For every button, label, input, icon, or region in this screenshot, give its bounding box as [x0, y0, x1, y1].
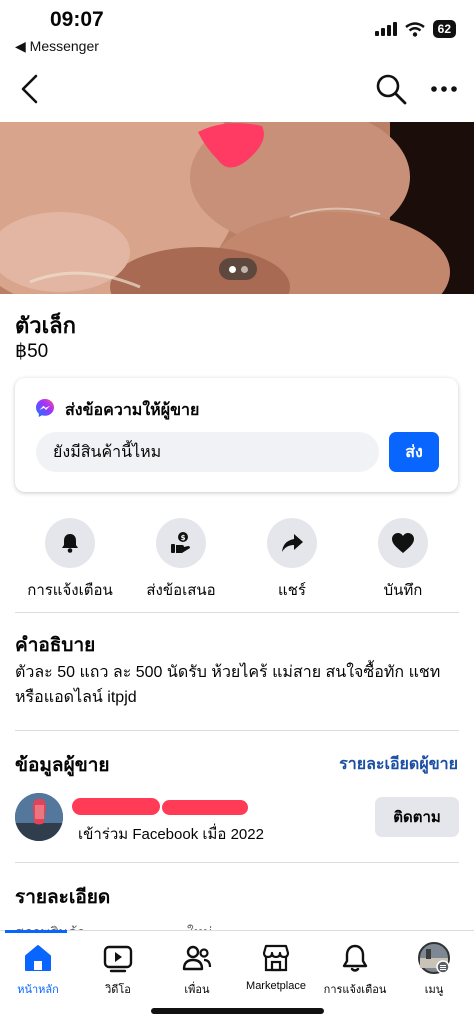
messenger-icon: [36, 399, 54, 417]
tab-video[interactable]: วิดีโอ: [78, 941, 158, 998]
tab-notifications[interactable]: การแจ้งเตือน: [315, 941, 395, 998]
bell-action-circle[interactable]: [45, 518, 95, 568]
divider: [15, 862, 459, 863]
heart-icon: [392, 533, 414, 553]
action-label: ส่งข้อเสนอ: [146, 582, 216, 599]
divider: [15, 612, 459, 613]
pager-dot: [240, 265, 248, 273]
svg-text:$: $: [181, 534, 186, 542]
message-card-heading: ส่งข้อความให้ผู้ขาย: [65, 402, 200, 419]
tab-label: การแจ้งเตือน: [323, 984, 387, 996]
bell-icon: [62, 534, 78, 553]
pager-dot-active: [228, 265, 236, 273]
tab-label: วิดีโอ: [105, 984, 131, 996]
home-icon: [25, 945, 51, 971]
tab-label: เมนู: [424, 984, 444, 996]
battery-indicator: 62: [432, 20, 456, 38]
back-icon[interactable]: [16, 72, 46, 106]
action-label: บันทึก: [383, 582, 423, 599]
tab-home[interactable]: หน้าหลัก: [0, 941, 78, 998]
signal-icon: [374, 22, 397, 36]
share-icon: [282, 534, 303, 552]
status-time: 09:07: [50, 8, 104, 31]
photo-pager: [219, 258, 257, 280]
send-button[interactable]: ส่ง: [389, 432, 439, 472]
notify-action-button[interactable]: การแจ้งเตือน: [20, 518, 120, 602]
follow-button[interactable]: ติดตาม: [375, 797, 459, 837]
message-seller-card: ส่งข้อความให้ผู้ขาย ส่ง: [15, 378, 458, 492]
status-icons: 62: [374, 20, 456, 38]
description-title: คำอธิบาย: [15, 635, 96, 656]
save-action-circle[interactable]: [378, 518, 428, 568]
search-icon[interactable]: [374, 72, 408, 106]
make-offer-action-button[interactable]: $ ส่งข้อเสนอ: [131, 518, 231, 602]
seller-info-title: ข้อมูลผู้ขาย: [15, 755, 110, 776]
listing-price: ฿50: [15, 341, 49, 362]
seller-joined-text: เข้าร่วม Facebook เมื่อ 2022: [78, 826, 264, 843]
tab-label: เพื่อน: [184, 984, 210, 996]
bell-icon: [342, 944, 368, 972]
description-text: ตัวละ 50 แถว ละ 500 นัดรับ ห้วยไคร้ แม่ส…: [15, 664, 441, 706]
seller-avatar[interactable]: [15, 793, 63, 841]
tab-friends[interactable]: เพื่อน: [157, 941, 237, 998]
friends-icon: [182, 945, 212, 971]
listing-title: ตัวเล็ก: [15, 313, 76, 338]
action-label: การแจ้งเตือน: [27, 582, 113, 599]
offer-icon: $: [171, 532, 190, 553]
tab-marketplace[interactable]: Marketplace: [236, 941, 316, 992]
tab-menu[interactable]: เมนู: [394, 941, 474, 998]
tab-label: หน้าหลัก: [17, 984, 59, 996]
active-tab-indicator: [5, 930, 67, 933]
details-title: รายละเอียด: [15, 887, 111, 908]
redacted-seller-name: [72, 796, 252, 818]
share-action-circle[interactable]: [267, 518, 317, 568]
action-label: แชร์: [278, 582, 306, 599]
home-indicator: [151, 1008, 324, 1014]
menu-avatar-icon: [418, 942, 450, 974]
divider: [15, 730, 459, 731]
message-input[interactable]: [36, 432, 379, 472]
share-action-button[interactable]: แชร์: [242, 518, 342, 602]
tab-label: Marketplace: [246, 980, 306, 992]
avatar-image: [15, 793, 63, 841]
wifi-icon: [404, 21, 425, 37]
more-icon[interactable]: [428, 76, 460, 102]
back-to-messenger[interactable]: ◀ Messenger: [15, 38, 99, 55]
save-action-button[interactable]: บันทึก: [353, 518, 453, 602]
offer-action-circle[interactable]: $: [156, 518, 206, 568]
marketplace-icon: [262, 944, 290, 972]
video-icon: [103, 945, 133, 973]
seller-details-link[interactable]: รายละเอียดผู้ขาย: [339, 752, 458, 777]
